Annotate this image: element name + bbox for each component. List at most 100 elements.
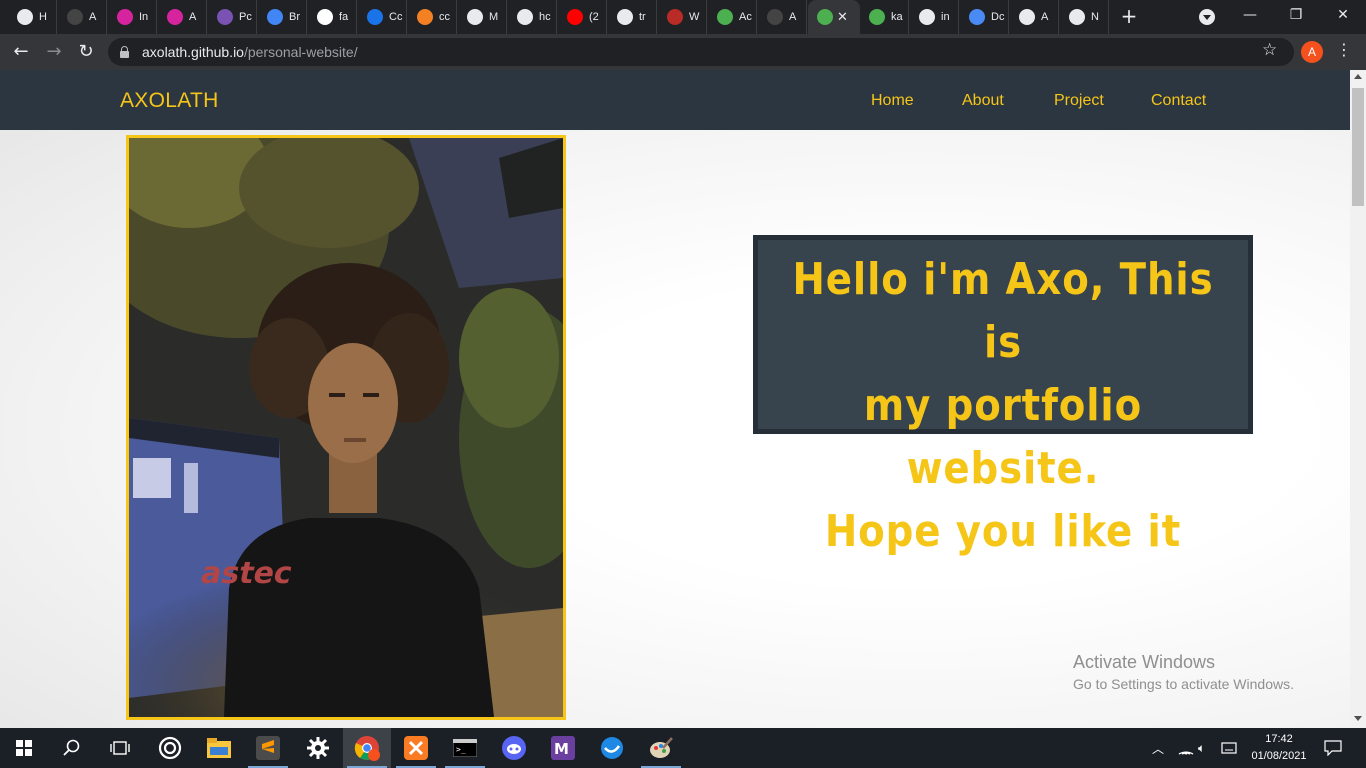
- scroll-up-icon[interactable]: [1354, 74, 1362, 79]
- globe-icon: [1019, 9, 1035, 25]
- new-tab-button[interactable]: +: [1118, 5, 1140, 27]
- back-icon[interactable]: ←: [9, 40, 33, 64]
- system-clock[interactable]: 17:42 01/08/2021: [1246, 731, 1312, 765]
- close-tab-icon[interactable]: ✕: [837, 10, 848, 25]
- volume-icon[interactable]: 🔈︎: [1198, 728, 1205, 768]
- forward-icon[interactable]: →: [42, 40, 66, 64]
- hero-line: my portfolio website.: [863, 380, 1143, 494]
- browser-tab[interactable]: ka: [860, 0, 909, 34]
- virus-icon: [869, 9, 885, 25]
- bookmark-star-icon[interactable]: ☆: [1262, 40, 1277, 60]
- browser-tab[interactable]: A: [158, 0, 207, 34]
- browser-tab[interactable]: Pc: [208, 0, 257, 34]
- hero-box: Hello i'm Axo, This is my portfolio webs…: [753, 235, 1253, 557]
- globe-icon: [17, 9, 33, 25]
- tab-title: (2: [589, 11, 599, 23]
- brand-icon: [267, 9, 283, 25]
- url-text[interactable]: axolath.github.io/personal-website/: [142, 44, 358, 60]
- sublime-text-icon[interactable]: [244, 728, 292, 768]
- watermark-subtitle: Go to Settings to activate Windows.: [1073, 676, 1294, 692]
- discord-icon[interactable]: [490, 728, 538, 768]
- url-host: axolath.github.io: [142, 44, 244, 60]
- tab-title: ka: [891, 11, 903, 23]
- marvin-icon[interactable]: M: [539, 728, 587, 768]
- browser-tab[interactable]: hc: [508, 0, 557, 34]
- browser-tab[interactable]: Dc: [960, 0, 1009, 34]
- hero-line: Hope you like it: [824, 506, 1182, 557]
- profile-avatar[interactable]: A: [1301, 41, 1323, 63]
- browser-tab[interactable]: Cc: [358, 0, 407, 34]
- reload-icon[interactable]: ↻: [74, 40, 98, 64]
- windows-taskbar: >_ M ︿ 🔈︎ 17:42 01/08/2021: [0, 728, 1366, 768]
- scroll-down-icon[interactable]: [1354, 716, 1362, 721]
- scroll-thumb[interactable]: [1352, 88, 1364, 206]
- tab-title: A: [789, 11, 797, 23]
- address-bar[interactable]: axolath.github.io/personal-website/ ☆: [108, 38, 1294, 66]
- nav-home-link[interactable]: Home: [871, 92, 914, 110]
- tab-title: in: [941, 11, 950, 23]
- browser-tab[interactable]: Ac: [708, 0, 757, 34]
- tab-title: In: [139, 11, 149, 23]
- browser-tab[interactable]: A: [758, 0, 807, 34]
- site-brand[interactable]: AXOLATH: [120, 89, 219, 113]
- input-method-icon[interactable]: [1221, 728, 1239, 768]
- url-path: /personal-website/: [243, 44, 358, 60]
- lock-icon[interactable]: [120, 46, 129, 58]
- youtube-icon: [567, 9, 583, 25]
- browser-tab[interactable]: A: [1010, 0, 1059, 34]
- windows-start-icon[interactable]: [0, 728, 48, 768]
- page-viewport: AXOLATH Home About Project Contact astec…: [0, 70, 1350, 728]
- quora-icon: [667, 9, 683, 25]
- nav-about-link[interactable]: About: [962, 92, 1004, 110]
- terminal-icon[interactable]: >_: [441, 728, 489, 768]
- nav-project-link[interactable]: Project: [1054, 92, 1104, 110]
- clock-time: 17:42: [1265, 733, 1293, 745]
- cortana-icon[interactable]: [146, 728, 194, 768]
- window-close-button[interactable]: ✕: [1320, 0, 1366, 30]
- browser-tab[interactable]: A: [58, 0, 107, 34]
- browser-tab[interactable]: fa: [308, 0, 357, 34]
- instagram-icon: [167, 9, 183, 25]
- watermark-title: Activate Windows: [1073, 652, 1216, 672]
- search-icon[interactable]: [48, 728, 96, 768]
- browser-tab[interactable]: H: [8, 0, 57, 34]
- vertical-scrollbar[interactable]: [1350, 70, 1366, 728]
- browser-tab[interactable]: Br: [258, 0, 307, 34]
- browser-tab[interactable]: N: [1060, 0, 1109, 34]
- minimize-button[interactable]: —: [1227, 0, 1273, 30]
- google-icon: [919, 9, 935, 25]
- tab-title: M: [489, 11, 499, 23]
- profile-photo: astec: [126, 135, 566, 720]
- clock-date: 01/08/2021: [1251, 750, 1307, 762]
- file-explorer-icon[interactable]: [195, 728, 243, 768]
- restore-button[interactable]: ❐: [1273, 0, 1319, 30]
- google-icon: [617, 9, 633, 25]
- browser-tab[interactable]: ✕: [808, 0, 860, 34]
- bootstrap-icon: [217, 9, 233, 25]
- tab-title: H: [39, 11, 47, 23]
- menu-kebab-icon[interactable]: ⋮: [1336, 40, 1352, 59]
- browser-tab[interactable]: cc: [408, 0, 457, 34]
- flag-icon: [317, 9, 333, 25]
- show-hidden-icons-icon[interactable]: ︿: [1152, 728, 1164, 768]
- browser-tab[interactable]: W: [658, 0, 707, 34]
- tab-title: tr: [639, 11, 646, 23]
- xampp-icon[interactable]: [392, 728, 440, 768]
- browser-tab[interactable]: (2: [558, 0, 607, 34]
- github-icon: [67, 9, 83, 25]
- notification-center-icon[interactable]: [1324, 728, 1342, 768]
- tab-search-icon[interactable]: [1199, 9, 1215, 25]
- browser-tab[interactable]: In: [108, 0, 157, 34]
- nav-contact-link[interactable]: Contact: [1151, 92, 1206, 110]
- browser-tab[interactable]: M: [458, 0, 507, 34]
- task-view-icon[interactable]: [96, 728, 144, 768]
- chrome-icon[interactable]: [343, 728, 391, 768]
- browser-tab[interactable]: in: [910, 0, 959, 34]
- hero-line: Hello i'm Axo, This is: [792, 254, 1214, 368]
- settings-icon[interactable]: [294, 728, 342, 768]
- wifi-icon[interactable]: [1178, 728, 1194, 768]
- instagram-icon: [117, 9, 133, 25]
- paint-icon[interactable]: [637, 728, 685, 768]
- browser-tab[interactable]: tr: [608, 0, 657, 34]
- web-icon[interactable]: [588, 728, 636, 768]
